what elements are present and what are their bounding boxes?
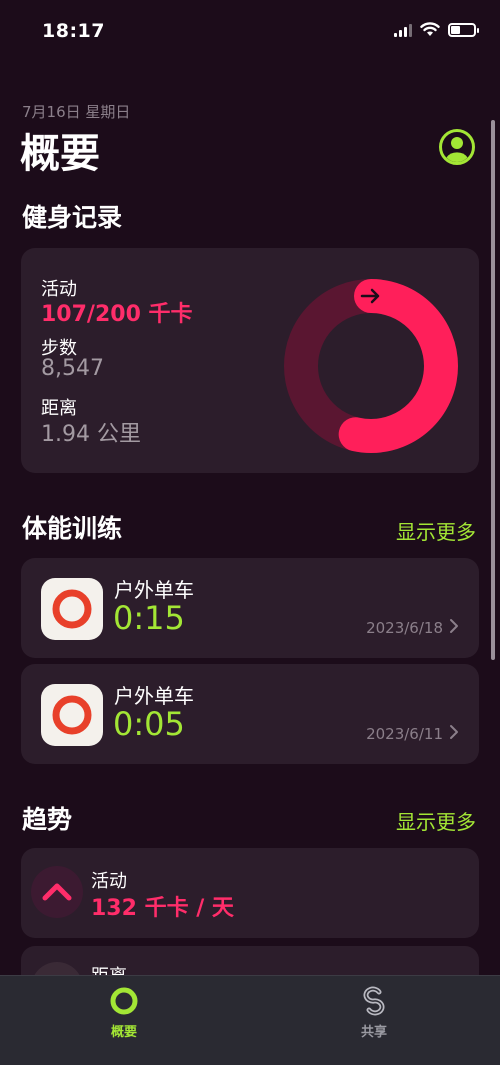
status-icons <box>394 22 479 37</box>
workout-duration: 0:15 <box>113 599 185 637</box>
steps-value: 8,547 <box>41 356 104 381</box>
tab-sharing[interactable]: 共享 <box>339 976 409 1046</box>
cellular-signal-icon <box>394 23 412 37</box>
activity-ring <box>284 279 458 453</box>
workout-duration: 0:05 <box>113 705 185 743</box>
fitness-section-title: 健身记录 <box>22 203 123 232</box>
tab-summary[interactable]: 概要 <box>89 976 159 1046</box>
workouts-show-more-link[interactable]: 显示更多 <box>396 516 476 545</box>
trend-value: 132 千卡 / 天 <box>91 896 234 921</box>
chevron-right-icon <box>450 725 458 739</box>
workout-date: 2023/6/11 <box>366 725 443 743</box>
battery-icon <box>448 22 479 37</box>
sharing-icon <box>363 986 385 1016</box>
tab-bar: 概要 共享 <box>0 975 500 1065</box>
trends-section-title: 趋势 <box>22 805 73 834</box>
page-title: 概要 <box>20 131 100 177</box>
workouts-section-title: 体能训练 <box>22 514 123 543</box>
activity-value: 107/200 千卡 <box>41 302 193 327</box>
status-bar: 18:17 <box>0 0 500 60</box>
trend-item-activity[interactable]: 活动 132 千卡 / 天 <box>21 848 479 938</box>
outdoor-cycle-icon <box>41 684 103 746</box>
trends-show-more-link[interactable]: 显示更多 <box>396 806 476 835</box>
workout-date: 2023/6/18 <box>366 619 443 637</box>
workout-item-2[interactable]: 户外单车 0:05 2023/6/11 <box>21 664 479 764</box>
profile-icon[interactable] <box>438 128 476 166</box>
scrollbar[interactable] <box>491 120 495 660</box>
tab-sharing-label: 共享 <box>360 1025 387 1040</box>
distance-value: 1.94 公里 <box>41 422 141 447</box>
trend-up-icon <box>31 866 83 918</box>
workout-item-1[interactable]: 户外单车 0:15 2023/6/18 <box>21 558 479 658</box>
wifi-icon <box>420 22 440 36</box>
date-label: 7月16日 星期日 <box>22 103 131 121</box>
status-time: 18:17 <box>42 20 105 42</box>
chevron-right-icon <box>450 619 458 633</box>
activity-ring-icon <box>110 987 138 1015</box>
outdoor-cycle-icon <box>41 578 103 640</box>
tab-summary-label: 概要 <box>110 1025 137 1040</box>
fitness-record-card[interactable]: 活动 107/200 千卡 步数 8,547 距离 1.94 公里 <box>21 248 479 473</box>
